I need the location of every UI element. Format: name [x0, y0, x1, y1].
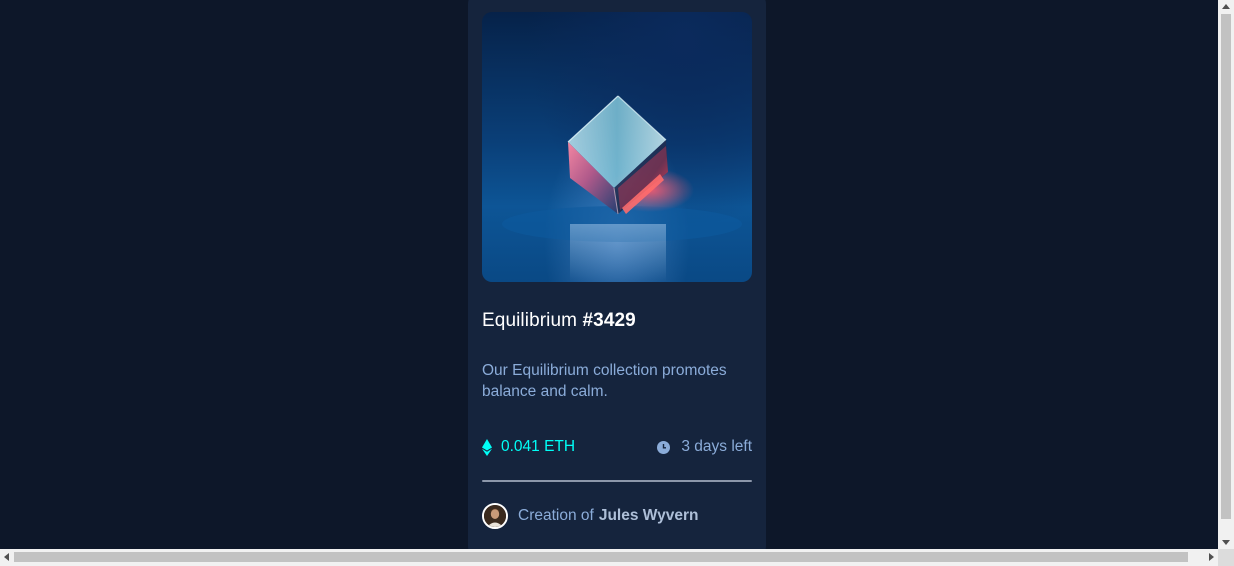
card-title-number: #3429 [582, 310, 636, 331]
page-viewport: Equilibrium #3429 Our Equilibrium collec… [0, 0, 1218, 549]
equilibrium-image[interactable] [482, 12, 752, 282]
card-meta: 0.041 ETH 3 days left [482, 436, 752, 458]
creator-info: Creation of Jules Wyvern [482, 502, 698, 530]
card-description: Our Equilibrium collection promotes bala… [482, 362, 727, 400]
horizontal-scrollbar[interactable] [0, 549, 1218, 566]
avatar [482, 503, 508, 529]
horizontal-scrollbar-thumb[interactable] [14, 552, 1188, 562]
time-left-value: 3 days left [681, 438, 752, 455]
scroll-down-arrow-icon[interactable] [1222, 540, 1230, 545]
price-info: 0.041 ETH [482, 436, 575, 458]
price-value: 0.041 ETH [501, 438, 576, 455]
scroll-up-arrow-icon[interactable] [1222, 4, 1230, 9]
cube-illustration [502, 95, 742, 282]
scroll-left-arrow-icon[interactable] [4, 553, 9, 561]
divider [482, 480, 752, 482]
vertical-scrollbar[interactable] [1218, 0, 1234, 549]
ethereum-icon [482, 438, 492, 456]
clock-icon [657, 440, 671, 454]
creator-prefix: Creation of [518, 507, 594, 524]
vertical-scrollbar-thumb[interactable] [1221, 14, 1231, 519]
scrollbar-corner [1218, 549, 1234, 566]
scroll-right-arrow-icon[interactable] [1209, 553, 1214, 561]
card-title-name: Equilibrium [482, 310, 578, 331]
avatar-image [484, 505, 506, 527]
card-title[interactable]: Equilibrium #3429 [482, 310, 636, 332]
time-info: 3 days left [657, 436, 752, 458]
creator-name-link[interactable]: Jules Wyvern [599, 507, 699, 525]
nft-card: Equilibrium #3429 Our Equilibrium collec… [468, 0, 766, 549]
